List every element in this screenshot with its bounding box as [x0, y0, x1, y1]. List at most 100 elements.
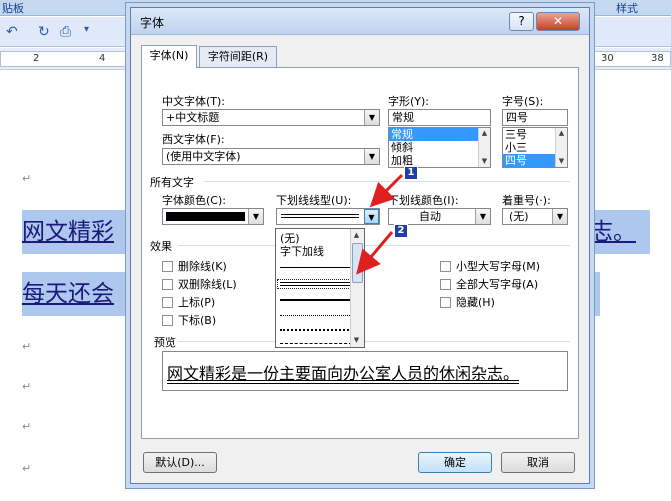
- subscript-label: 下标(B): [178, 314, 217, 327]
- strikethrough-checkbox[interactable]: [162, 261, 173, 272]
- cancel-button[interactable]: 取消: [501, 452, 575, 473]
- underline-type-label: 下划线线型(U):: [276, 194, 352, 207]
- all-caps-label: 全部大写字母(A): [456, 278, 539, 291]
- scrollbar[interactable]: ▲ ▼: [350, 229, 364, 347]
- western-font-select[interactable]: (使用中文字体) ▼: [162, 148, 380, 165]
- western-font-value: (使用中文字体): [166, 150, 241, 163]
- scrollbar[interactable]: ▲ ▼: [555, 128, 567, 167]
- list-item[interactable]: 倾斜: [389, 141, 490, 154]
- font-size-label: 字号(S):: [502, 95, 544, 108]
- underline-option-single[interactable]: [280, 267, 352, 268]
- callout-badge-1: 1: [404, 166, 418, 180]
- underline-color-select[interactable]: 自动 ▼: [388, 208, 491, 225]
- close-button[interactable]: ✕: [536, 12, 580, 31]
- chevron-down-icon[interactable]: ▼: [475, 209, 490, 224]
- scroll-up-icon[interactable]: ▲: [556, 128, 567, 139]
- emphasis-mark-value: (无): [509, 210, 529, 223]
- preview-text: 网文精彩是一份主要面向办公室人员的休闲杂志。: [167, 364, 520, 383]
- chinese-font-select[interactable]: +中文标题 ▼: [162, 109, 380, 126]
- help-button[interactable]: ?: [509, 12, 534, 31]
- scroll-up-icon[interactable]: ▲: [351, 230, 362, 241]
- ruler-tick: 2: [33, 53, 40, 64]
- ruler-left-part: 2 4: [0, 51, 130, 67]
- document-text-highlight: [590, 272, 600, 316]
- western-font-label: 西文字体(F):: [162, 133, 225, 146]
- redo-icon[interactable]: ↻: [38, 24, 50, 40]
- scroll-thumb[interactable]: [352, 243, 363, 283]
- paragraph-mark: ↵: [22, 420, 32, 433]
- superscript-checkbox[interactable]: [162, 297, 173, 308]
- document-text-line[interactable]: 每天还会: [22, 272, 132, 316]
- preview-box: 网文精彩是一份主要面向办公室人员的休闲杂志。: [162, 351, 568, 391]
- emphasis-mark-label: 着重号(·):: [502, 194, 551, 207]
- ribbon-group-clipboard: 贴板: [2, 2, 24, 15]
- font-color-select[interactable]: ▼: [162, 208, 264, 225]
- ruler-tick: 30: [601, 53, 614, 64]
- all-caps-checkbox[interactable]: [440, 279, 451, 290]
- double-strikethrough-label: 双删除线(L): [178, 278, 237, 291]
- default-button[interactable]: 默认(D)...: [143, 452, 217, 473]
- chevron-down-icon[interactable]: ▼: [364, 209, 379, 224]
- chevron-down-icon[interactable]: ▼: [248, 209, 263, 224]
- effects-section-label: 效果: [150, 240, 172, 253]
- chevron-down-icon[interactable]: ▼: [552, 209, 567, 224]
- document-text-line[interactable]: 网文精彩: [22, 210, 132, 254]
- double-strikethrough-checkbox[interactable]: [162, 279, 173, 290]
- underline-option-thick-dotted[interactable]: [280, 329, 352, 331]
- ok-button[interactable]: 确定: [418, 452, 492, 473]
- chevron-down-icon[interactable]: ▼: [364, 149, 379, 164]
- dialog-titlebar[interactable]: 字体 ? ✕: [131, 8, 589, 35]
- scrollbar[interactable]: ▲ ▼: [478, 128, 490, 167]
- underline-sample: [281, 217, 359, 218]
- hidden-label: 隐藏(H): [456, 296, 495, 309]
- underline-sample: [281, 214, 359, 215]
- undo-icon[interactable]: ↶: [6, 24, 18, 40]
- tab-font[interactable]: 字体(N): [141, 45, 197, 68]
- font-style-label: 字形(Y):: [388, 95, 430, 108]
- subscript-checkbox[interactable]: [162, 315, 173, 326]
- underline-option-words-only[interactable]: 字下加线: [280, 243, 324, 259]
- hidden-checkbox[interactable]: [440, 297, 451, 308]
- emphasis-mark-select[interactable]: (无) ▼: [502, 208, 568, 225]
- paragraph-mark: ↵: [22, 340, 32, 353]
- font-size-input[interactable]: 四号: [502, 109, 568, 126]
- tab-character-spacing[interactable]: 字符间距(R): [199, 46, 277, 67]
- underline-option-thick[interactable]: [280, 299, 352, 301]
- underline-option-dotted[interactable]: [280, 315, 352, 316]
- strikethrough-label: 删除线(K): [178, 260, 227, 273]
- chevron-down-icon[interactable]: ▼: [364, 110, 379, 125]
- scroll-down-icon[interactable]: ▼: [556, 156, 567, 167]
- color-swatch: [166, 212, 245, 221]
- section-divider: [178, 245, 570, 246]
- underline-type-select[interactable]: ▼: [276, 208, 380, 225]
- ruler-tick: 4: [99, 53, 106, 64]
- all-text-section-label: 所有文字: [150, 176, 194, 189]
- chinese-font-label: 中文字体(T):: [162, 95, 226, 108]
- superscript-label: 上标(P): [178, 296, 216, 309]
- font-style-input[interactable]: 常规: [388, 109, 491, 126]
- print-preview-icon[interactable]: ⎙: [60, 24, 71, 40]
- paragraph-mark: ↵: [22, 462, 32, 475]
- underline-color-value: 自动: [419, 210, 441, 223]
- underline-type-dropdown-list[interactable]: (无) 字下加线 ▲ ▼: [275, 228, 365, 348]
- underline-option-double[interactable]: [277, 279, 355, 289]
- scroll-up-icon[interactable]: ▲: [479, 128, 490, 139]
- ruler-tick: 38: [651, 53, 664, 64]
- list-item[interactable]: 常规: [389, 128, 490, 141]
- section-divider: [178, 341, 570, 342]
- scroll-down-icon[interactable]: ▼: [351, 335, 362, 346]
- font-style-list[interactable]: 常规 倾斜 加粗 ▲ ▼: [388, 127, 491, 168]
- font-dialog: 字体 ? ✕ 字体(N) 字符间距(R) 中文字体(T): +中文标题 ▼ 西文…: [130, 7, 590, 484]
- underline-color-label: 下划线颜色(I):: [388, 194, 459, 207]
- underline-option-dashed[interactable]: [280, 343, 352, 344]
- chinese-font-value: +中文标题: [166, 111, 220, 124]
- small-caps-checkbox[interactable]: [440, 261, 451, 272]
- scroll-down-icon[interactable]: ▼: [479, 156, 490, 167]
- dialog-title: 字体: [140, 16, 165, 30]
- document-text-line-end[interactable]: 志。: [590, 210, 650, 254]
- callout-badge-2: 2: [394, 224, 408, 238]
- font-color-label: 字体颜色(C):: [162, 194, 226, 207]
- preview-section-label: 预览: [154, 336, 176, 349]
- customize-toolbar-icon[interactable]: ▾: [84, 24, 89, 35]
- font-size-list[interactable]: 三号 小三 四号 ▲ ▼: [502, 127, 568, 168]
